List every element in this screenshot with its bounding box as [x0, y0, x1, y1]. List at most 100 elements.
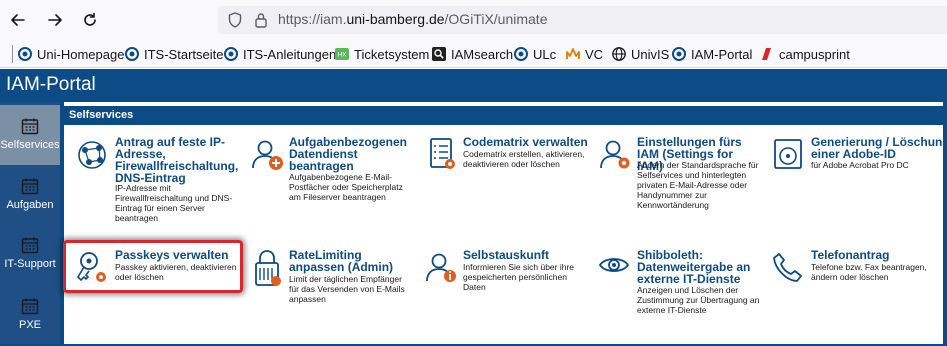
left-rail: Selfservices Aufgaben IT-Support PXE — [0, 102, 60, 346]
rail-item-aufgaben[interactable]: Aufgaben — [0, 165, 60, 225]
uni-logo-icon — [124, 46, 140, 62]
tile-description: Ändern der Standardsprache für Selfservi… — [637, 160, 759, 210]
back-button[interactable] — [6, 8, 30, 32]
rail-label: Selfservices — [0, 139, 60, 151]
uni-logo-icon — [671, 46, 687, 62]
tile-title: Codematrix verwalten — [463, 135, 588, 149]
browser-toolbar: https://iam.uni-bamberg.de/OGiTiX/unimat… — [0, 0, 947, 40]
bookmark-vc[interactable]: VC — [565, 44, 603, 64]
address-bar[interactable]: https://iam.uni-bamberg.de/OGiTiX/unimat… — [218, 6, 947, 34]
url-domain: uni-bamberg.de — [346, 11, 445, 27]
bookmark-label: Ticketsystem — [354, 46, 430, 62]
tile-shibboleth[interactable]: Shibboleth: Datenweitergabe an externe I… — [597, 249, 762, 346]
tile-description: Limit der täglichen Empfänger für das Ve… — [289, 274, 405, 304]
bookmark-iamsearch[interactable]: IAMsearch — [431, 44, 513, 64]
section-title: Selfservices — [69, 109, 134, 121]
tile-title: Aufgabenbezogenen Datendienst beantragen — [289, 135, 408, 173]
user-settings-icon — [597, 136, 635, 176]
url-path: /OGiTiX/unimate — [444, 11, 548, 27]
tile-codematrix[interactable]: Codematrix verwalten Codematrix erstelle… — [423, 136, 588, 241]
tile-adobe-id[interactable]: Generierung / Löschung einer Adobe-ID fü… — [771, 136, 947, 241]
bookmark-ulc[interactable]: ULc — [513, 44, 556, 64]
rail-label: PXE — [18, 319, 41, 331]
uni-logo-icon — [513, 46, 529, 62]
bookmark-label: ITS-Anleitungen — [243, 46, 337, 62]
network-icon — [75, 136, 113, 176]
bookmark-ticketsystem[interactable]: HX Ticketsystem — [334, 44, 429, 64]
tile-datendienst[interactable]: Aufgabenbezogenen Datendienst beantragen… — [249, 136, 414, 241]
tile-ratelimiting[interactable]: RateLimiting anpassen (Admin) Limit der … — [249, 249, 414, 346]
shield-icon[interactable] — [228, 12, 242, 33]
disc-icon — [771, 136, 809, 176]
tile-title: Shibboleth: Datenweitergabe an externe I… — [637, 248, 751, 286]
bookmark-label: IAM-Portal — [691, 46, 753, 62]
tile-title: Telefonantrag — [811, 248, 890, 262]
svg-text:HX: HX — [338, 52, 347, 59]
tile-description: Telefone bzw. Fax beantragen, ändern ode… — [811, 262, 927, 282]
arrow-left-icon — [11, 14, 25, 26]
tile-description: IP-Adresse mit Firewallfreischaltung und… — [115, 183, 233, 223]
lock-icon — [249, 249, 287, 289]
section-header: Selfservices — [64, 106, 943, 125]
bookmark-label: VC — [585, 46, 604, 62]
tile-description: Aufgabenbezogene E-Mail-Postfächer oder … — [289, 172, 403, 202]
bookmark-label: ITS-Startseite — [144, 46, 224, 62]
app-header: IAM-Portal — [0, 69, 947, 102]
search-icon — [431, 46, 447, 62]
app-title: IAM-Portal — [6, 74, 96, 95]
vc-icon — [565, 46, 581, 62]
tile-title: Selbstauskunft — [463, 248, 550, 262]
ticket-icon: HX — [334, 46, 350, 62]
reload-icon — [84, 12, 96, 26]
rail-item-selfservices[interactable]: Selfservices — [0, 105, 60, 165]
user-info-icon — [423, 249, 461, 289]
bookmark-iam-portal[interactable]: IAM-Portal — [671, 44, 752, 64]
tile-description: für Adobe Acrobat Pro DC — [811, 160, 909, 170]
tile-title: Antrag auf feste IP-Adresse, Firewallfre… — [115, 135, 239, 185]
calendar-icon — [21, 297, 39, 320]
tile-selbstauskunft[interactable]: Selbstauskunft Informieren Sie sich über… — [423, 249, 588, 346]
calendar-icon — [21, 117, 39, 140]
bookmark-univis[interactable]: UnivIS — [611, 44, 669, 64]
rail-item-pxe[interactable]: PXE — [0, 285, 60, 345]
calendar-icon — [21, 236, 39, 259]
forward-button[interactable] — [43, 8, 67, 32]
bookmark-label: ULc — [533, 46, 557, 62]
eye-icon — [597, 249, 635, 289]
bookmark-label: Uni-Homepage — [37, 46, 125, 62]
uni-logo-icon — [17, 46, 33, 62]
tile-description: Codematrix erstellen, aktivieren, deakti… — [463, 149, 585, 169]
bookmark-uni-homepage[interactable]: Uni-Homepage — [17, 44, 124, 64]
calendar-icon — [21, 177, 39, 200]
tile-einstellungen[interactable]: Einstellungen fürs IAM (Settings for IAM… — [597, 136, 762, 241]
bookmark-label: UnivIS — [631, 46, 670, 62]
tile-ip-firewall-dns[interactable]: Antrag auf feste IP-Adresse, Firewallfre… — [75, 136, 240, 241]
rail-label: IT-Support — [4, 258, 56, 270]
url-text[interactable]: https://iam.uni-bamberg.de/OGiTiX/unimat… — [278, 11, 548, 27]
bookmark-label: IAMsearch — [451, 46, 514, 62]
bookmarks-bar: Uni-Homepage ITS-Startseite ITS-Anleitun… — [0, 40, 947, 68]
arrow-right-icon — [48, 14, 62, 26]
rail-item-it-support[interactable]: IT-Support — [0, 224, 60, 284]
tile-telefonantrag[interactable]: Telefonantrag Telefone bzw. Fax beantrag… — [771, 249, 936, 346]
bookmark-label: campusprint — [779, 46, 850, 62]
user-add-icon — [249, 136, 287, 176]
reload-button[interactable] — [78, 8, 102, 32]
bookmark-its-anleitungen[interactable]: ITS-Anleitungen — [223, 44, 336, 64]
highlight-frame — [63, 240, 243, 293]
tile-description: Anzeigen und Löschen der Zustimmung zur … — [637, 285, 760, 315]
tile-title: Generierung / Löschung einer Adobe-ID — [811, 135, 947, 161]
lock-icon[interactable] — [254, 12, 268, 33]
bookmark-its-startseite[interactable]: ITS-Startseite — [124, 44, 223, 64]
bookmark-campusprint[interactable]: campusprint — [759, 44, 850, 64]
checklist-icon — [423, 136, 461, 176]
campusprint-icon — [759, 46, 775, 62]
phone-icon — [771, 249, 809, 289]
url-prefix: https://iam. — [278, 11, 347, 27]
uni-logo-icon — [223, 46, 239, 62]
tile-description: Informieren Sie sich über ihre gespeiche… — [463, 262, 575, 292]
tile-title: RateLimiting anpassen (Admin) — [289, 248, 394, 274]
globe-icon — [611, 46, 627, 62]
bookmarks-separator — [12, 45, 13, 63]
rail-label: Aufgaben — [6, 199, 54, 211]
